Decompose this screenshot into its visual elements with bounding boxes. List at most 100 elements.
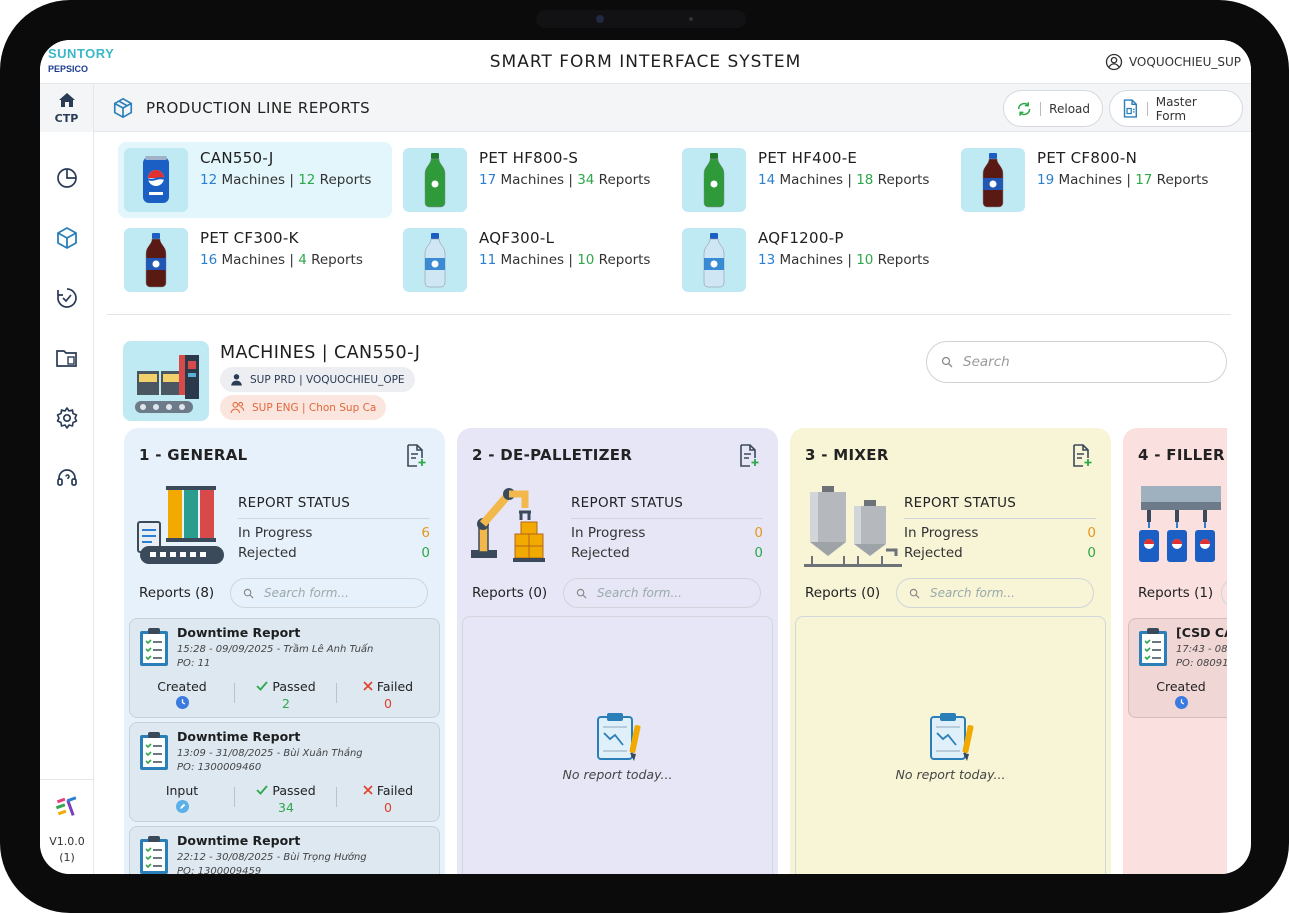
machines-label: Machines [779, 252, 844, 268]
in-progress-label: In Progress [571, 525, 646, 541]
report-status-heading: REPORT STATUS [571, 495, 763, 519]
user-menu[interactable]: VOQUOCHIEU_SUP [1105, 53, 1241, 71]
state-label: Created [1156, 679, 1206, 694]
report-status-heading: REPORT STATUS [238, 495, 430, 519]
gear-icon[interactable] [55, 406, 79, 430]
clock-icon [1174, 696, 1188, 709]
reports-label: Reports [877, 252, 930, 268]
rejected-count: 0 [1087, 545, 1096, 561]
in-progress-row: In Progress 0 [571, 525, 763, 541]
add-file-icon [1073, 444, 1092, 467]
machine-icon [471, 488, 545, 562]
chart-pie-icon[interactable] [55, 166, 79, 190]
machine-line-illustration [123, 341, 209, 421]
form-search-input[interactable] [1221, 578, 1227, 608]
reload-button[interactable]: Reload [1003, 90, 1103, 127]
add-report-button[interactable] [1071, 444, 1093, 468]
stats-separator: | [1126, 172, 1131, 188]
report-list: No report today... [462, 616, 773, 874]
product-name: CAN550-J [200, 149, 274, 167]
folder-file-icon[interactable] [55, 346, 79, 370]
report-status-panel: REPORT STATUS In Progress 0 Rejected 0 [571, 495, 763, 561]
support-headset-icon[interactable] [55, 466, 79, 490]
app-logo-icon [55, 796, 77, 816]
empty-text: No report today... [895, 767, 1006, 782]
product-line-card[interactable]: AQF1200-P 13 Machines | 10 Reports [676, 222, 950, 298]
reports-count: Reports (0) [805, 585, 881, 601]
machine-icon [804, 486, 902, 567]
sup-eng-chip[interactable]: SUP ENG | Chon Sup Ca [220, 395, 387, 420]
report-card[interactable]: [CSD CA 17:43 - 08/PO: 08091 Created [1128, 618, 1227, 718]
machine-count: 13 [758, 252, 776, 268]
form-search-placeholder: Search form... [264, 586, 349, 600]
form-search-input[interactable]: Search form... [563, 578, 761, 608]
user-icon [1105, 53, 1123, 71]
product-line-card[interactable]: PET HF400-E 14 Machines | 18 Reports [676, 142, 950, 218]
sup-prd-chip[interactable]: SUP PRD | VOQUOCHIEU_OPE [220, 367, 415, 392]
report-icon-wrap [1137, 627, 1169, 667]
empty-report-icon [596, 713, 640, 761]
state-label: Input [165, 783, 199, 798]
product-line-card[interactable]: CAN550-J 12 Machines | 12 Reports [118, 142, 392, 218]
report-card[interactable]: Downtime Report 13:09 - 31/08/2025 - Bùi … [129, 722, 440, 822]
failed-label: Failed [376, 783, 414, 798]
report-meta: 15:28 - 09/09/2025 - Trầm Lê Anh Tuấn PO:… [177, 643, 373, 671]
report-status-panel: REPORT STATUS In Progress 0 Rejected 0 [904, 495, 1096, 561]
state-label: Created [157, 679, 207, 694]
passed-label: Passed [272, 783, 316, 798]
clipboard-icon [140, 836, 168, 874]
bottle-icon [982, 153, 1004, 208]
empty-report-icon [929, 713, 973, 761]
cube-icon [113, 98, 133, 118]
report-card[interactable]: Downtime Report 15:28 - 09/09/2025 - Trầm… [129, 618, 440, 718]
product-line-card[interactable]: AQF300-L 11 Machines | 10 Reports [397, 222, 671, 298]
in-progress-count: 0 [1087, 525, 1096, 541]
machine-count: 19 [1037, 172, 1055, 188]
reports-label: Reports [319, 172, 372, 188]
empty-text: No report today... [562, 767, 673, 782]
add-report-button[interactable] [405, 444, 427, 468]
divider [107, 314, 1231, 315]
empty-state: No report today... [796, 711, 1105, 782]
product-name: PET CF800-N [1037, 149, 1138, 167]
product-line-card[interactable]: PET CF300-K 16 Machines | 4 Reports [118, 222, 392, 298]
product-thumbnail [403, 148, 467, 212]
form-search-input[interactable]: Search form... [896, 578, 1094, 608]
bottle-icon [424, 233, 446, 288]
reports-label: Reports [1156, 172, 1209, 188]
home-icon [58, 93, 75, 107]
master-form-button[interactable]: Master Form [1109, 90, 1243, 127]
add-file-icon [407, 444, 426, 467]
bottle-icon [424, 153, 446, 208]
report-timestamp: 15:28 - 09/09/2025 - Trầm Lê Anh Tuấn [177, 644, 374, 655]
passed-stat: Passed 34 [236, 783, 336, 815]
reports-label: Reports [877, 172, 930, 188]
column-title: 4 - FILLER [1138, 446, 1225, 464]
passed-count: 34 [278, 800, 294, 815]
product-line-card[interactable]: PET HF800-S 17 Machines | 34 Reports [397, 142, 671, 218]
report-list: No report today... [795, 616, 1106, 874]
screen: SUNTORY PEPSICO SMART FORM INTERFACE SYS… [40, 40, 1251, 874]
rejected-count: 0 [421, 545, 430, 561]
person-icon [231, 374, 242, 386]
product-thumbnail [403, 228, 467, 292]
pencil-icon [175, 800, 189, 813]
report-state: Created [1131, 679, 1227, 712]
product-name: PET CF300-K [200, 229, 299, 247]
report-state: Created [132, 679, 232, 712]
report-meta: 22:12 - 30/08/2025 - Bùi Trọng Hướng PO: … [177, 851, 367, 874]
home-button[interactable]: CTP [40, 84, 94, 132]
reports-count: Reports (8) [139, 585, 215, 601]
report-card[interactable]: Downtime Report 22:12 - 30/08/2025 - Bùi … [129, 826, 440, 874]
product-line-card[interactable]: PET CF800-N 19 Machines | 17 Reports [955, 142, 1229, 218]
machine-search-input[interactable]: Search [926, 341, 1227, 383]
failed-stat: Failed 0 [338, 679, 438, 711]
form-search-input[interactable]: Search form... [230, 578, 428, 608]
report-po: PO: 1300009460 [177, 762, 262, 773]
reports-label: Reports [598, 252, 651, 268]
history-check-icon[interactable] [55, 286, 79, 310]
rejected-count: 0 [754, 545, 763, 561]
add-report-button[interactable] [738, 444, 760, 468]
cube-icon[interactable] [55, 226, 79, 250]
machines-label: Machines [500, 252, 565, 268]
